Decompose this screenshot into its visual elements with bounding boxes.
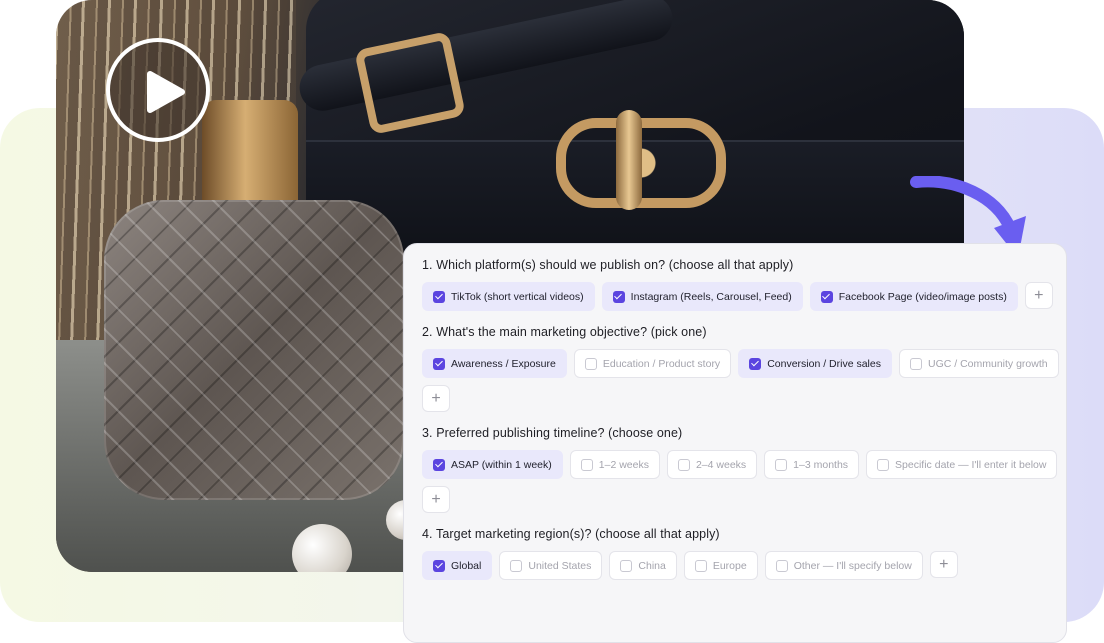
option-chip[interactable]: TikTok (short vertical videos) xyxy=(422,282,595,311)
checkbox-icon[interactable] xyxy=(510,559,523,572)
option-label: Education / Product story xyxy=(602,357,721,370)
clasp-turnlock xyxy=(616,110,642,210)
marketing-questionnaire: 1. Which platform(s) should we publish o… xyxy=(403,243,1067,643)
option-chip[interactable]: Awareness / Exposure xyxy=(422,349,567,378)
option-chip[interactable]: Europe xyxy=(683,551,758,580)
option-row: TikTok (short vertical videos) Instagram … xyxy=(422,282,1062,311)
option-label: Other — I'll specify below xyxy=(793,559,912,572)
option-chip[interactable]: ASAP (within 1 week) xyxy=(422,450,563,479)
option-label: Specific date — I'll enter it below xyxy=(895,458,1047,471)
option-label: Facebook Page (video/image posts) xyxy=(838,290,1007,303)
option-label: Europe xyxy=(712,559,747,572)
checkbox-icon[interactable] xyxy=(877,458,890,471)
option-label: Global xyxy=(451,559,482,572)
checkbox-icon[interactable] xyxy=(584,357,597,370)
checkbox-icon[interactable] xyxy=(694,559,707,572)
option-chip[interactable]: Global xyxy=(422,551,493,580)
question-title: 1. Which platform(s) should we publish o… xyxy=(422,258,794,272)
checkbox-icon[interactable] xyxy=(580,458,593,471)
question-title: 3. Preferred publishing timeline? (choos… xyxy=(422,426,683,440)
add-option-button[interactable]: + xyxy=(422,385,450,412)
add-option-button[interactable]: + xyxy=(1024,282,1053,309)
checkbox-icon[interactable] xyxy=(820,290,833,303)
option-row: ASAP (within 1 week) 1–2 weeks 2–4 weeks 1–… xyxy=(422,450,1062,513)
option-row: Global United States China Europe Other — I'… xyxy=(422,551,1062,580)
question-title: 4. Target marketing region(s)? (choose a… xyxy=(422,527,720,541)
checkbox-icon[interactable] xyxy=(612,290,625,303)
checkbox-icon[interactable] xyxy=(433,290,445,303)
option-label: Awareness / Exposure xyxy=(451,357,556,370)
play-button[interactable] xyxy=(106,38,210,142)
add-option-button[interactable]: + xyxy=(929,551,958,578)
option-label: China xyxy=(638,559,666,572)
option-label: Instagram (Reels, Carousel, Feed) xyxy=(630,290,792,303)
option-chip[interactable]: Other — I'll specify below xyxy=(764,551,923,580)
option-chip[interactable]: Education / Product story xyxy=(573,349,732,378)
option-chip[interactable]: Conversion / Drive sales xyxy=(738,349,892,378)
option-label: United States xyxy=(528,559,592,572)
perfume-cap-image xyxy=(202,100,298,210)
option-chip[interactable]: 1–3 months xyxy=(764,450,860,479)
option-chip[interactable]: United States xyxy=(499,551,603,580)
play-icon xyxy=(147,71,185,113)
option-label: TikTok (short vertical videos) xyxy=(451,290,584,303)
option-chip[interactable]: Instagram (Reels, Carousel, Feed) xyxy=(601,282,803,311)
option-chip[interactable]: 1–2 weeks xyxy=(569,450,660,479)
checkbox-icon[interactable] xyxy=(620,559,633,572)
checkbox-icon[interactable] xyxy=(433,559,445,572)
checkbox-icon[interactable] xyxy=(775,458,788,471)
option-label: Conversion / Drive sales xyxy=(767,357,881,370)
option-chip[interactable]: UGC / Community growth xyxy=(898,349,1059,378)
option-label: 1–3 months xyxy=(793,458,849,471)
option-label: ASAP (within 1 week) xyxy=(451,458,552,471)
checkbox-icon[interactable] xyxy=(749,357,762,370)
question-title: 2. What's the main marketing objective? … xyxy=(422,325,707,339)
checkbox-icon[interactable] xyxy=(433,458,445,471)
checkbox-icon[interactable] xyxy=(909,357,922,370)
option-chip[interactable]: Specific date — I'll enter it below xyxy=(866,450,1058,479)
add-option-button[interactable]: + xyxy=(422,486,450,513)
option-label: UGC / Community growth xyxy=(927,357,1048,370)
option-chip[interactable]: Facebook Page (video/image posts) xyxy=(809,282,1018,311)
option-label: 1–2 weeks xyxy=(598,458,649,471)
option-chip[interactable]: China xyxy=(609,551,677,580)
perfume-bottle-image xyxy=(104,200,404,500)
option-label: 2–4 weeks xyxy=(695,458,747,471)
checkbox-icon[interactable] xyxy=(677,458,690,471)
option-row: Awareness / Exposure Education / Product … xyxy=(422,349,1062,412)
checkbox-icon[interactable] xyxy=(433,357,445,370)
checkbox-icon[interactable] xyxy=(775,559,788,572)
option-chip[interactable]: 2–4 weeks xyxy=(666,450,758,479)
